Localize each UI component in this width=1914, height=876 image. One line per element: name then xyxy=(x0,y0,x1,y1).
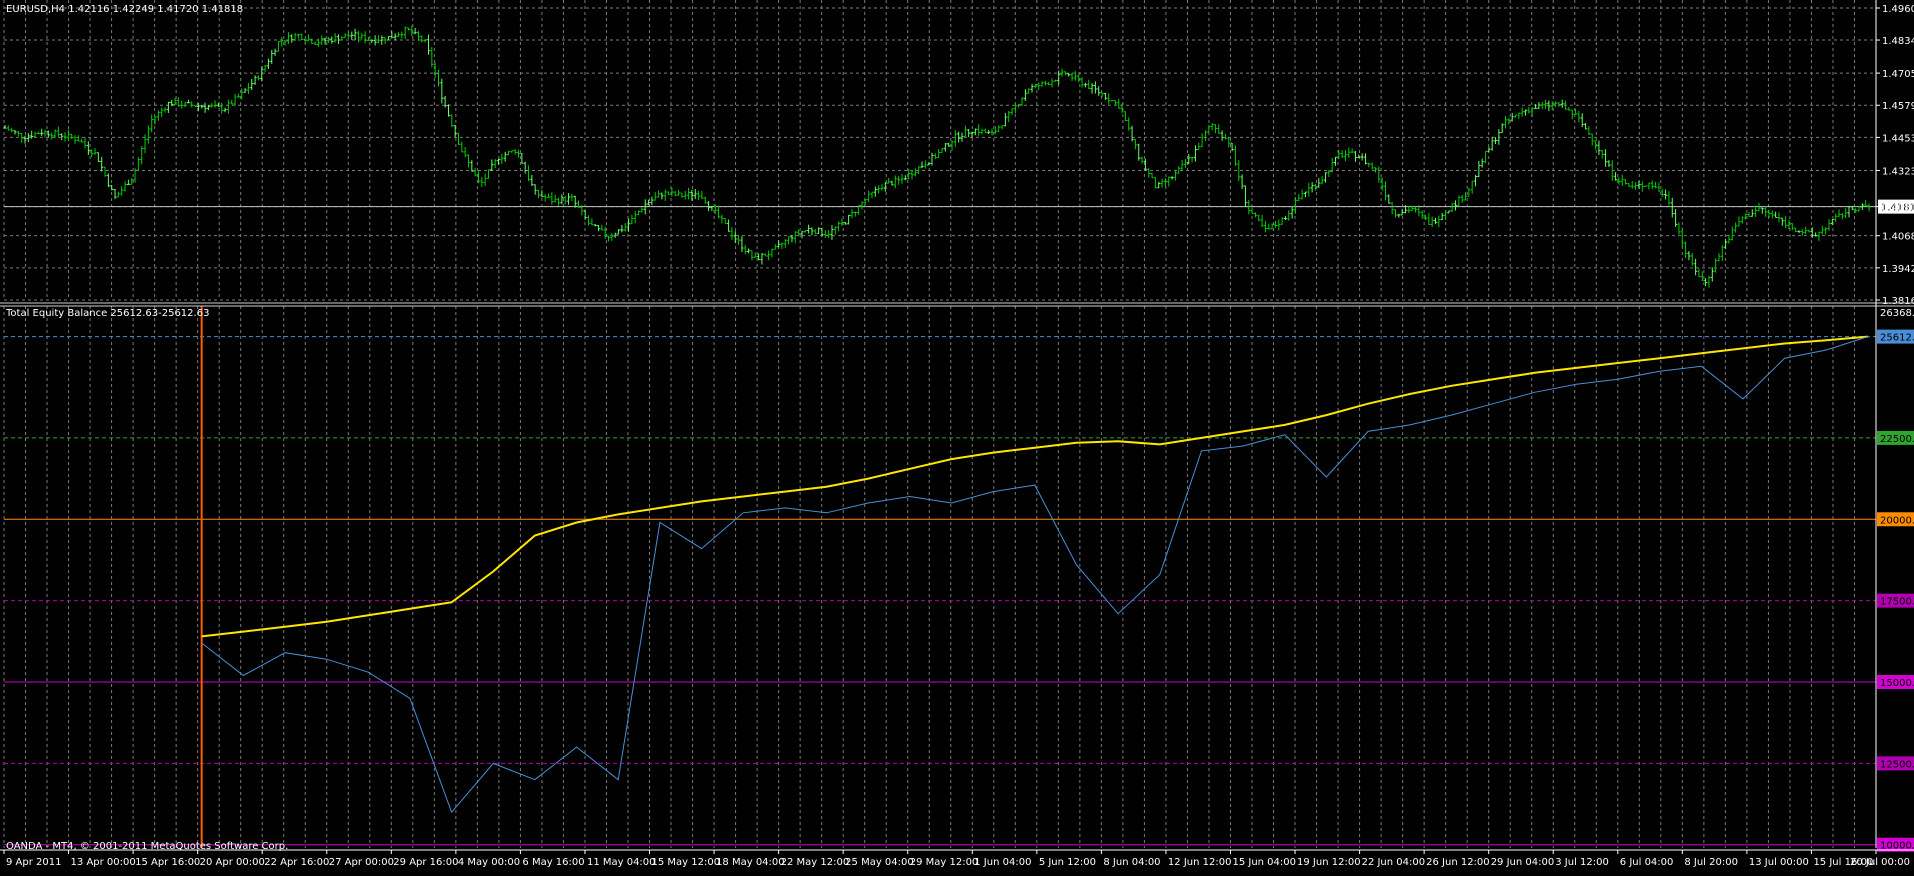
price-tick-label: 1.44530 xyxy=(1882,133,1914,144)
time-tick-label: 3 Jul 12:00 xyxy=(1555,857,1609,868)
chart-background xyxy=(0,0,1914,872)
time-tick-label: 25 May 04:00 xyxy=(845,857,914,868)
equity-top-tick-label: 26368.5 xyxy=(1880,308,1914,319)
time-tick-label: 29 Apr 16:00 xyxy=(393,857,458,868)
price-tick-label: 1.48345 xyxy=(1882,36,1914,47)
time-tick-label: 27 Apr 00:00 xyxy=(329,857,394,868)
equity-level-label: 15000.0 xyxy=(1880,678,1914,689)
time-tick-label: 22 May 12:00 xyxy=(781,857,850,868)
price-tick-label: 1.38160 xyxy=(1882,296,1914,307)
time-tick-label: 12 Jun 12:00 xyxy=(1168,857,1232,868)
time-tick-label: 5 Jun 12:00 xyxy=(1039,857,1096,868)
equity-level-label: 22500.0 xyxy=(1880,434,1914,445)
price-tick-label: 1.40680 xyxy=(1882,232,1914,243)
equity-level-label: 20000.0 xyxy=(1880,515,1914,526)
time-tick-label: 11 May 04:00 xyxy=(587,857,656,868)
price-panel-label: EURUSD,H4 1.42116 1.42249 1.41720 1.4181… xyxy=(6,4,243,15)
time-tick-label: 26 Jun 12:00 xyxy=(1426,857,1490,868)
price-tick-label: 1.39420 xyxy=(1882,264,1914,275)
price-tick-label: 1.45790 xyxy=(1882,101,1914,112)
time-tick-label: 13 Apr 00:00 xyxy=(71,857,136,868)
time-tick-label: 22 Jun 04:00 xyxy=(1362,857,1426,868)
time-tick-label: 15 May 12:00 xyxy=(652,857,721,868)
time-tick-label: 1 Jun 04:00 xyxy=(974,857,1031,868)
time-tick-label: 15 Apr 16:00 xyxy=(135,857,200,868)
mt4-chart-window[interactable]: 1.41818 25612.6 22500.0 20000.0 17500.0 1500… xyxy=(0,0,1914,872)
time-tick-label: 18 May 04:00 xyxy=(716,857,785,868)
time-tick-label: 22 Apr 16:00 xyxy=(264,857,329,868)
time-tick-label: 13 Jul 00:00 xyxy=(1749,857,1809,868)
time-tick-label: 20 Apr 00:00 xyxy=(200,857,265,868)
time-tick-label: 19 Jun 12:00 xyxy=(1297,857,1361,868)
time-tick-label: 9 Apr 2011 xyxy=(6,857,61,868)
equity-level-label: 25612.6 xyxy=(1880,333,1914,344)
equity-level-label: 17500.0 xyxy=(1880,597,1914,608)
time-tick-label: 8 Jul 20:00 xyxy=(1684,857,1738,868)
price-tick-label: 1.49600 xyxy=(1882,4,1914,15)
time-tick-label: 29 May 12:00 xyxy=(910,857,979,868)
time-tick-label: 29 Jun 04:00 xyxy=(1491,857,1555,868)
time-tick-label: 6 May 16:00 xyxy=(522,857,584,868)
equity-level-label: 12500.0 xyxy=(1880,759,1914,770)
time-tick-label: 4 May 00:00 xyxy=(458,857,520,868)
time-tick-label: 6 Jul 04:00 xyxy=(1620,857,1674,868)
time-tick-label: 15 Jun 04:00 xyxy=(1232,857,1296,868)
chart-canvas[interactable]: 1.41818 25612.6 22500.0 20000.0 17500.0 1500… xyxy=(0,0,1914,872)
equity-panel-label: Total Equity Balance 25612.63-25612.63 xyxy=(5,308,209,319)
price-tick-label: 1.41818 xyxy=(1882,203,1914,214)
price-tick-label: 1.47050 xyxy=(1882,69,1914,80)
copyright-text: OANDA - MT4, © 2001-2011 MetaQuotes Soft… xyxy=(6,841,288,852)
time-tick-label: 8 Jun 04:00 xyxy=(1103,857,1160,868)
price-tick-label: 1.43235 xyxy=(1882,166,1914,177)
time-tick-label: 20 Jul 00:00 xyxy=(1850,857,1910,868)
